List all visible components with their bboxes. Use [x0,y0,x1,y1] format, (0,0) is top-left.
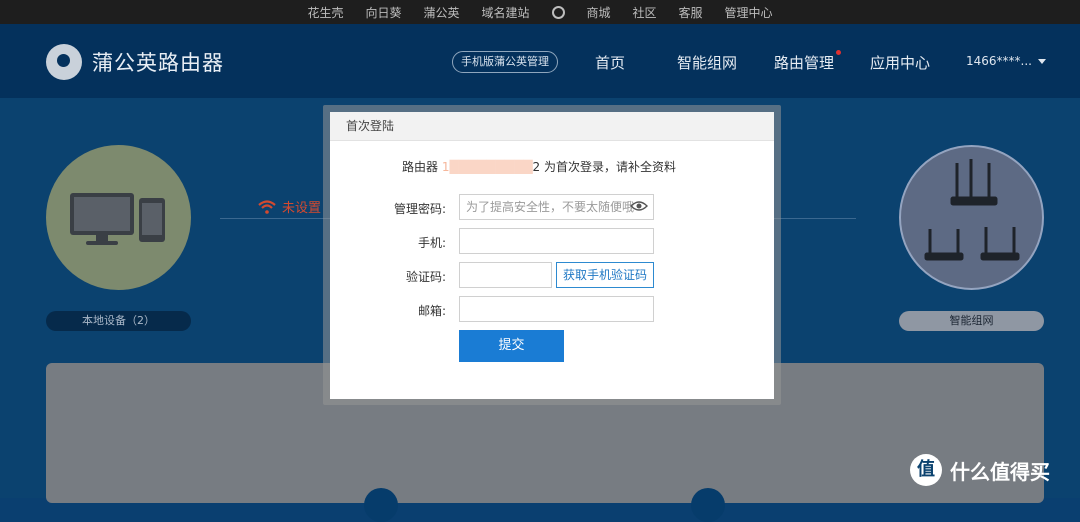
password-label: 管理密码: [393,202,446,216]
email-label: 邮箱: [417,304,446,318]
watermark-text: 什么值得买 [950,459,1050,484]
phone-label: 手机: [417,236,446,250]
dialog-intro: 路由器 1█████████2 为首次登录，请补全资料 [402,158,676,175]
code-label: 验证码: [405,270,446,284]
password-input[interactable] [459,194,654,220]
submit-button[interactable]: 提交 [459,330,564,362]
get-sms-code-button[interactable]: 获取手机验证码 [556,262,654,288]
first-login-dialog: 首次登陆 路由器 1█████████2 为首次登录，请补全资料 管理密码: 手… [330,112,774,399]
eye-icon[interactable] [630,200,648,212]
dialog-title: 首次登陆 [330,112,774,141]
router-sn-masked: 1█████████ [441,160,533,174]
email-input[interactable] [459,296,654,322]
verification-code-input[interactable] [459,262,552,288]
watermark-logo-icon: 值 [910,454,942,486]
phone-input[interactable] [459,228,654,254]
intro-suffix: 2 为首次登录，请补全资料 [532,160,676,174]
intro-prefix: 路由器 [402,160,439,174]
watermark: 值 什么值得买 [910,454,1050,486]
